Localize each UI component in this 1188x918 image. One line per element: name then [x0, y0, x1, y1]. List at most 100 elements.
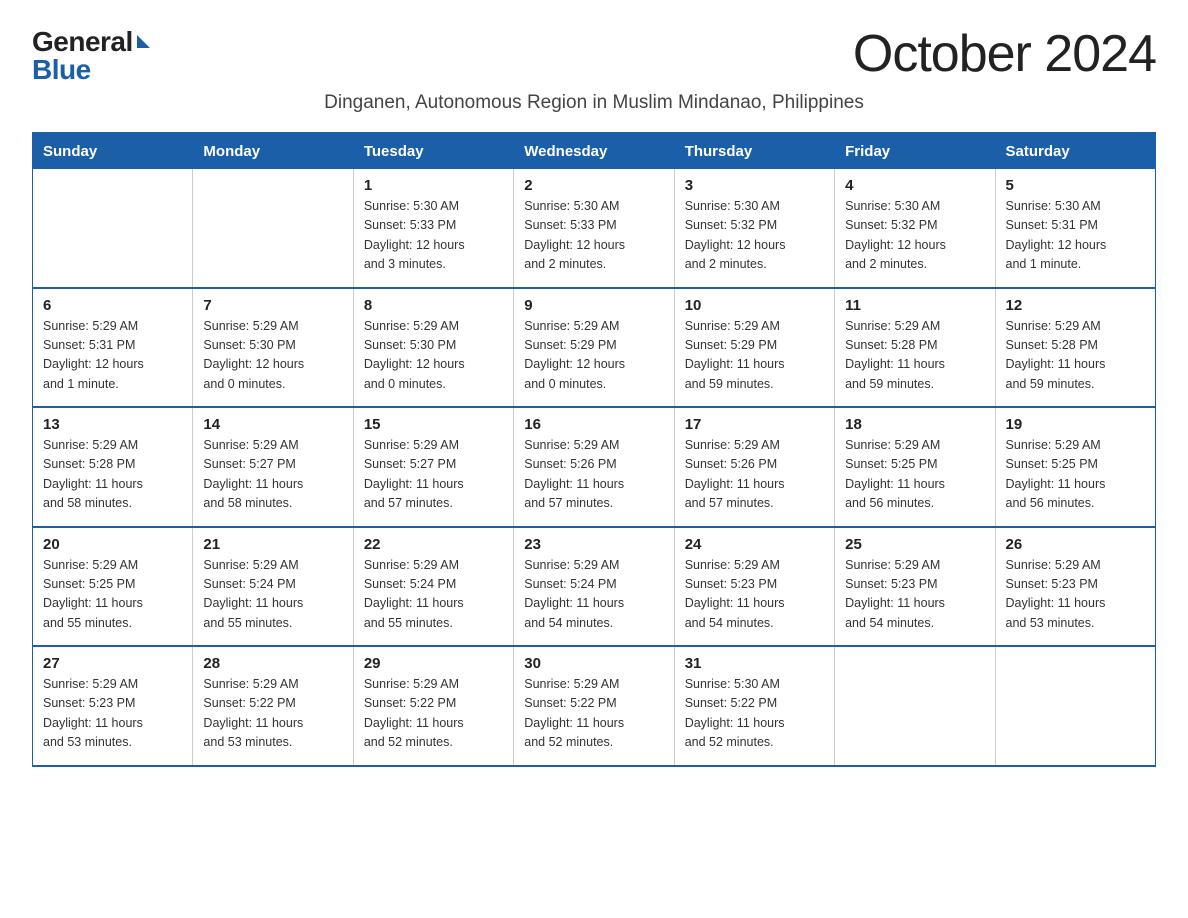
day-info: Sunrise: 5:29 AMSunset: 5:31 PMDaylight:…: [43, 317, 182, 395]
day-info: Sunrise: 5:29 AMSunset: 5:24 PMDaylight:…: [203, 556, 342, 634]
calendar-cell: 16 Sunrise: 5:29 AMSunset: 5:26 PMDayligh…: [514, 407, 674, 527]
day-info: Sunrise: 5:30 AMSunset: 5:33 PMDaylight:…: [364, 197, 503, 275]
day-number: 30: [524, 655, 663, 672]
calendar-cell: 23 Sunrise: 5:29 AMSunset: 5:24 PMDayligh…: [514, 527, 674, 647]
calendar-cell: 26 Sunrise: 5:29 AMSunset: 5:23 PMDayligh…: [995, 527, 1155, 647]
day-info: Sunrise: 5:29 AMSunset: 5:22 PMDaylight:…: [203, 675, 342, 753]
day-number: 5: [1006, 177, 1145, 194]
day-number: 27: [43, 655, 182, 672]
day-info: Sunrise: 5:29 AMSunset: 5:26 PMDaylight:…: [524, 436, 663, 514]
calendar-cell: 15 Sunrise: 5:29 AMSunset: 5:27 PMDayligh…: [353, 407, 513, 527]
calendar-cell: 28 Sunrise: 5:29 AMSunset: 5:22 PMDayligh…: [193, 646, 353, 766]
day-number: 28: [203, 655, 342, 672]
day-number: 9: [524, 297, 663, 314]
day-number: 31: [685, 655, 824, 672]
day-info: Sunrise: 5:29 AMSunset: 5:23 PMDaylight:…: [43, 675, 182, 753]
header-tuesday: Tuesday: [353, 133, 513, 169]
calendar-cell: 4 Sunrise: 5:30 AMSunset: 5:32 PMDaylight…: [835, 169, 995, 288]
month-title: October 2024: [853, 24, 1156, 84]
day-info: Sunrise: 5:30 AMSunset: 5:32 PMDaylight:…: [685, 197, 824, 275]
day-info: Sunrise: 5:29 AMSunset: 5:22 PMDaylight:…: [364, 675, 503, 753]
calendar-cell: [33, 169, 193, 288]
day-info: Sunrise: 5:29 AMSunset: 5:30 PMDaylight:…: [203, 317, 342, 395]
day-number: 8: [364, 297, 503, 314]
day-info: Sunrise: 5:29 AMSunset: 5:25 PMDaylight:…: [845, 436, 984, 514]
day-number: 11: [845, 297, 984, 314]
day-number: 23: [524, 536, 663, 553]
day-info: Sunrise: 5:30 AMSunset: 5:33 PMDaylight:…: [524, 197, 663, 275]
calendar-cell: [995, 646, 1155, 766]
day-number: 29: [364, 655, 503, 672]
header-sunday: Sunday: [33, 133, 193, 169]
day-info: Sunrise: 5:29 AMSunset: 5:22 PMDaylight:…: [524, 675, 663, 753]
day-info: Sunrise: 5:30 AMSunset: 5:32 PMDaylight:…: [845, 197, 984, 275]
day-info: Sunrise: 5:30 AMSunset: 5:31 PMDaylight:…: [1006, 197, 1145, 275]
day-number: 18: [845, 416, 984, 433]
day-info: Sunrise: 5:29 AMSunset: 5:27 PMDaylight:…: [364, 436, 503, 514]
calendar-cell: 18 Sunrise: 5:29 AMSunset: 5:25 PMDayligh…: [835, 407, 995, 527]
day-number: 7: [203, 297, 342, 314]
logo: General Blue: [32, 28, 150, 84]
calendar-cell: 27 Sunrise: 5:29 AMSunset: 5:23 PMDayligh…: [33, 646, 193, 766]
logo-blue-text: Blue: [32, 56, 91, 84]
calendar-cell: 31 Sunrise: 5:30 AMSunset: 5:22 PMDayligh…: [674, 646, 834, 766]
calendar-cell: 24 Sunrise: 5:29 AMSunset: 5:23 PMDayligh…: [674, 527, 834, 647]
day-info: Sunrise: 5:29 AMSunset: 5:26 PMDaylight:…: [685, 436, 824, 514]
header-saturday: Saturday: [995, 133, 1155, 169]
day-info: Sunrise: 5:29 AMSunset: 5:23 PMDaylight:…: [845, 556, 984, 634]
calendar-cell: [193, 169, 353, 288]
day-info: Sunrise: 5:29 AMSunset: 5:29 PMDaylight:…: [685, 317, 824, 395]
day-info: Sunrise: 5:30 AMSunset: 5:22 PMDaylight:…: [685, 675, 824, 753]
calendar-cell: 11Sunrise: 5:29 AMSunset: 5:28 PMDayligh…: [835, 288, 995, 408]
calendar-cell: [835, 646, 995, 766]
calendar-cell: 19Sunrise: 5:29 AMSunset: 5:25 PMDayligh…: [995, 407, 1155, 527]
day-number: 16: [524, 416, 663, 433]
calendar-cell: 17 Sunrise: 5:29 AMSunset: 5:26 PMDayligh…: [674, 407, 834, 527]
calendar-cell: 14Sunrise: 5:29 AMSunset: 5:27 PMDayligh…: [193, 407, 353, 527]
calendar-cell: 25 Sunrise: 5:29 AMSunset: 5:23 PMDayligh…: [835, 527, 995, 647]
day-number: 22: [364, 536, 503, 553]
header-monday: Monday: [193, 133, 353, 169]
header-thursday: Thursday: [674, 133, 834, 169]
day-number: 10: [685, 297, 824, 314]
day-info: Sunrise: 5:29 AMSunset: 5:27 PMDaylight:…: [203, 436, 342, 514]
day-info: Sunrise: 5:29 AMSunset: 5:25 PMDaylight:…: [1006, 436, 1145, 514]
day-number: 13: [43, 416, 182, 433]
logo-general-text: General: [32, 28, 133, 56]
calendar-cell: 21Sunrise: 5:29 AMSunset: 5:24 PMDayligh…: [193, 527, 353, 647]
calendar-week-4: 20 Sunrise: 5:29 AMSunset: 5:25 PMDayligh…: [33, 527, 1156, 647]
day-info: Sunrise: 5:29 AMSunset: 5:24 PMDaylight:…: [364, 556, 503, 634]
day-number: 17: [685, 416, 824, 433]
day-number: 1: [364, 177, 503, 194]
page-header: General Blue October 2024: [32, 24, 1156, 84]
day-info: Sunrise: 5:29 AMSunset: 5:23 PMDaylight:…: [1006, 556, 1145, 634]
calendar-cell: 29 Sunrise: 5:29 AMSunset: 5:22 PMDayligh…: [353, 646, 513, 766]
day-number: 3: [685, 177, 824, 194]
day-number: 4: [845, 177, 984, 194]
day-info: Sunrise: 5:29 AMSunset: 5:25 PMDaylight:…: [43, 556, 182, 634]
calendar-cell: 12 Sunrise: 5:29 AMSunset: 5:28 PMDayligh…: [995, 288, 1155, 408]
calendar-cell: 22 Sunrise: 5:29 AMSunset: 5:24 PMDayligh…: [353, 527, 513, 647]
calendar-week-5: 27 Sunrise: 5:29 AMSunset: 5:23 PMDayligh…: [33, 646, 1156, 766]
header-wednesday: Wednesday: [514, 133, 674, 169]
logo-triangle-icon: [137, 35, 150, 48]
calendar-cell: 6Sunrise: 5:29 AMSunset: 5:31 PMDaylight…: [33, 288, 193, 408]
calendar-week-3: 13Sunrise: 5:29 AMSunset: 5:28 PMDayligh…: [33, 407, 1156, 527]
day-number: 25: [845, 536, 984, 553]
header-friday: Friday: [835, 133, 995, 169]
day-info: Sunrise: 5:29 AMSunset: 5:24 PMDaylight:…: [524, 556, 663, 634]
day-number: 12: [1006, 297, 1145, 314]
day-number: 26: [1006, 536, 1145, 553]
day-number: 15: [364, 416, 503, 433]
calendar-cell: 9Sunrise: 5:29 AMSunset: 5:29 PMDaylight…: [514, 288, 674, 408]
day-number: 20: [43, 536, 182, 553]
calendar-cell: 7 Sunrise: 5:29 AMSunset: 5:30 PMDaylight…: [193, 288, 353, 408]
calendar-cell: 1 Sunrise: 5:30 AMSunset: 5:33 PMDaylight…: [353, 169, 513, 288]
day-info: Sunrise: 5:29 AMSunset: 5:28 PMDaylight:…: [1006, 317, 1145, 395]
calendar-cell: 5 Sunrise: 5:30 AMSunset: 5:31 PMDaylight…: [995, 169, 1155, 288]
calendar-week-1: 1 Sunrise: 5:30 AMSunset: 5:33 PMDaylight…: [33, 169, 1156, 288]
day-number: 2: [524, 177, 663, 194]
calendar-cell: 3 Sunrise: 5:30 AMSunset: 5:32 PMDaylight…: [674, 169, 834, 288]
day-info: Sunrise: 5:29 AMSunset: 5:23 PMDaylight:…: [685, 556, 824, 634]
day-number: 24: [685, 536, 824, 553]
